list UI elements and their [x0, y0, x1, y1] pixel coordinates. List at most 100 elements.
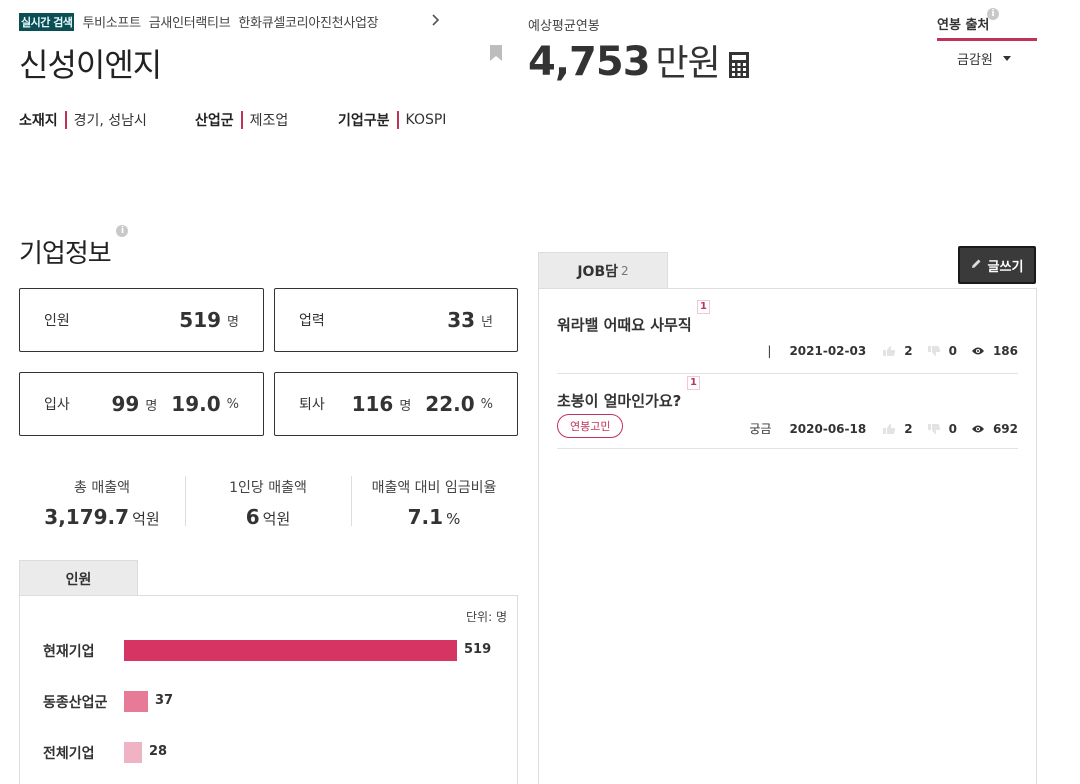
stat-unit: %	[480, 396, 493, 412]
thumbs-up-icon[interactable]	[882, 345, 896, 357]
bookmark-icon[interactable]	[489, 44, 503, 62]
post-title[interactable]: 워라밸 어때요 사무직 1	[557, 300, 710, 335]
post-title-text: 워라밸 어때요 사무직	[557, 316, 692, 334]
company-info-title: 기업정보 i	[19, 225, 128, 270]
bar-label: 전체기업	[43, 746, 95, 762]
revenue-number: 3,179.7	[44, 505, 130, 529]
info-icon[interactable]: i	[116, 225, 128, 237]
bar-value-label: 37	[155, 693, 174, 708]
revenue-per-employee: 1인당 매출액 6 억원	[185, 477, 351, 529]
stat-label: 퇴사	[299, 397, 325, 413]
stat-value: 33	[447, 308, 476, 332]
eye-icon	[971, 345, 985, 357]
ticker-item[interactable]: 투비소프트	[82, 12, 141, 31]
stat-value: 99	[111, 392, 140, 416]
revenue-number: 6	[245, 505, 260, 529]
company-location: 소재지 경기, 성남시	[19, 110, 147, 130]
stat-label: 업력	[299, 313, 325, 329]
bar	[124, 742, 142, 763]
ticker-item[interactable]: 금새인터랙티브	[149, 12, 231, 31]
post-meta: | 2021-02-03 2 0 186	[767, 344, 1018, 358]
expected-salary: 4,753 만원	[528, 34, 750, 86]
tab-job-talk[interactable]: JOB담 2	[538, 252, 668, 288]
company-name: 신성이엔지	[19, 46, 162, 84]
leaves-stat: 퇴사 116 명 22.0 %	[274, 372, 518, 436]
meta-key: 기업구분	[338, 113, 390, 129]
bar	[124, 640, 457, 661]
post-meta: 궁금 2020-06-18 2 0 692	[749, 420, 1018, 437]
meta-value: 제조업	[249, 113, 289, 129]
salary-source-select[interactable]: 금감원	[957, 49, 1037, 68]
list-item[interactable]: 워라밸 어때요 사무직 1 | 2021-02-03 2 0 186	[557, 300, 1018, 364]
meta-divider	[396, 111, 399, 129]
employees-stat: 인원 519 명	[19, 288, 264, 352]
revenue-value: 3,179.7 억원	[19, 505, 185, 529]
pencil-icon	[971, 258, 982, 273]
salary-source-label: 연봉 출처	[937, 18, 990, 33]
salary-source: 연봉 출처 i 금감원	[937, 8, 1037, 68]
tab-count: 2	[621, 263, 629, 278]
revenue-number: 7.1	[407, 505, 444, 529]
divider	[557, 448, 1018, 449]
comment-count-badge: 1	[687, 376, 700, 390]
revenue-value: 7.1%	[351, 505, 517, 529]
revenue-unit: 억원	[262, 510, 291, 528]
salary-source-title: 연봉 출처 i	[937, 8, 1037, 41]
post-date: 2021-02-03	[789, 344, 867, 358]
view-count: 186	[992, 344, 1018, 358]
stat-label: 입사	[44, 397, 70, 413]
chevron-right-icon[interactable]	[429, 12, 443, 30]
chart-unit-label: 단위: 명	[466, 610, 507, 624]
stat-unit: 년	[481, 314, 493, 330]
company-info-title-text: 기업정보	[19, 239, 112, 269]
stat-value: 519	[179, 308, 222, 332]
company-age-stat: 업력 33 년	[274, 288, 518, 352]
salary-unit: 만원	[655, 43, 721, 84]
write-post-label: 글쓰기	[987, 259, 1024, 275]
stat-unit: 명	[227, 314, 239, 330]
post-title-text: 초봉이 얼마인가요?	[557, 392, 682, 410]
like-count: 2	[904, 344, 913, 358]
info-icon[interactable]: i	[987, 8, 999, 20]
stat-unit: %	[226, 396, 239, 412]
calculator-icon[interactable]	[728, 51, 750, 79]
post-category: 궁금	[749, 422, 772, 436]
expected-salary-label: 예상평균연봉	[528, 19, 600, 34]
revenue-label: 1인당 매출액	[229, 480, 307, 496]
revenue-label: 총 매출액	[74, 480, 130, 496]
thumbs-down-icon[interactable]	[927, 423, 941, 435]
realtime-search-ticker: 실시간 검색 투비소프트 금새인터랙티브 한화큐셀코리아진천사업장	[19, 12, 379, 31]
post-tag[interactable]: 연봉고민	[557, 414, 624, 438]
stat-value: 116	[351, 392, 394, 416]
hires-stat: 입사 99 명 19.0 %	[19, 372, 264, 436]
meta-key: 소재지	[19, 113, 58, 129]
bar-label: 현재기업	[43, 644, 95, 660]
bar-label: 동종산업군	[43, 695, 108, 711]
comment-count-badge: 1	[697, 300, 710, 314]
write-post-button[interactable]: 글쓰기	[958, 246, 1036, 284]
view-count: 692	[992, 421, 1018, 436]
thumbs-up-icon[interactable]	[882, 423, 896, 435]
meta-key: 산업군	[195, 113, 234, 129]
revenue-unit: %	[446, 510, 461, 528]
stat-percent: 19.0	[171, 392, 221, 416]
salary-value: 4,753	[528, 39, 651, 85]
ticker-item[interactable]: 한화큐셀코리아진천사업장	[238, 12, 378, 31]
meta-value: 경기, 성남시	[73, 113, 147, 129]
post-category: |	[767, 344, 772, 358]
divider	[557, 373, 1018, 374]
post-date: 2020-06-18	[789, 421, 867, 436]
caret-down-icon	[1002, 56, 1011, 61]
revenue-label: 매출액 대비 임금비율	[371, 480, 497, 496]
thumbs-down-icon[interactable]	[927, 345, 941, 357]
meta-divider	[64, 111, 67, 129]
list-item[interactable]: 초봉이 얼마인가요? 1 연봉고민 궁금 2020-06-18 2 0 692	[557, 376, 1018, 440]
tab-label: 인원	[65, 571, 92, 588]
like-count: 2	[904, 421, 913, 436]
revenue-unit: 억원	[132, 510, 160, 528]
stat-unit: 명	[399, 398, 412, 414]
bar-value-label: 28	[149, 744, 168, 759]
post-title[interactable]: 초봉이 얼마인가요? 1	[557, 376, 700, 411]
tab-employees[interactable]: 인원	[19, 560, 138, 596]
meta-divider	[240, 111, 243, 129]
